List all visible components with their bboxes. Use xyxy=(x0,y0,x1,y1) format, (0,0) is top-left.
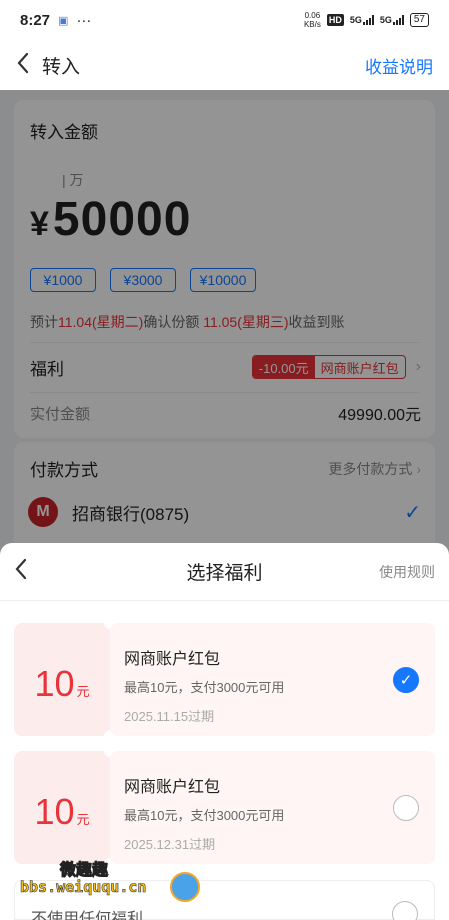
no-benefit-label: 不使用任何福利 xyxy=(31,911,144,920)
status-bar: 8:27 ▣ ··· 0.06 KB/s HD 5G 5G 57 xyxy=(0,0,449,40)
radio-unchecked-icon[interactable] xyxy=(392,901,418,920)
signal-icon-2: 5G xyxy=(380,15,404,25)
status-time: 8:27 xyxy=(20,11,51,29)
sheet-header: 选择福利 使用规则 xyxy=(0,543,449,601)
coupon-expiry: 2025.11.15过期 xyxy=(124,709,215,724)
page-title: 转入 xyxy=(42,56,81,78)
coupon-amount: 10 元 xyxy=(34,791,90,832)
coupon-desc: 最高10元，支付3000元可用 xyxy=(124,808,285,823)
mascot-icon xyxy=(170,872,200,902)
signal-icon: 5G xyxy=(350,15,374,25)
battery-icon: 57 xyxy=(409,13,429,27)
radio-checked-icon[interactable]: ✓ xyxy=(393,667,419,693)
watermark-title: 微趣趣 xyxy=(59,862,109,880)
back-icon[interactable] xyxy=(16,52,30,79)
coupon-name: 网商账户红包 xyxy=(124,779,221,796)
earnings-info-link[interactable]: 收益说明 xyxy=(365,53,433,78)
hd-icon: HD xyxy=(326,14,344,26)
usage-rules-link[interactable]: 使用规则 xyxy=(379,562,435,582)
more-notifications-icon: ··· xyxy=(76,11,92,29)
coupon-amount: 10 元 xyxy=(34,663,90,704)
back-icon[interactable] xyxy=(14,558,28,585)
watermark: 微趣趣 bbs.weiququ.cn xyxy=(20,856,200,906)
watermark-url: bbs.weiququ.cn xyxy=(20,878,147,897)
coupon-expiry: 2025.12.31过期 xyxy=(124,837,216,852)
coupon-desc: 最高10元，支付3000元可用 xyxy=(124,680,285,695)
nav-bar: 转入 收益说明 xyxy=(0,40,449,90)
net-speed: 0.06 KB/s xyxy=(303,11,321,29)
coupon-card[interactable]: 10 元 网商账户红包 最高10元，支付3000元可用 2025.11.15过期… xyxy=(14,623,435,736)
coupon-card[interactable]: 10 元 网商账户红包 最高10元，支付3000元可用 2025.12.31过期 xyxy=(14,751,435,864)
radio-unchecked-icon[interactable] xyxy=(393,795,419,821)
coupon-name: 网商账户红包 xyxy=(124,651,221,668)
notification-icon: ▣ xyxy=(58,14,69,27)
